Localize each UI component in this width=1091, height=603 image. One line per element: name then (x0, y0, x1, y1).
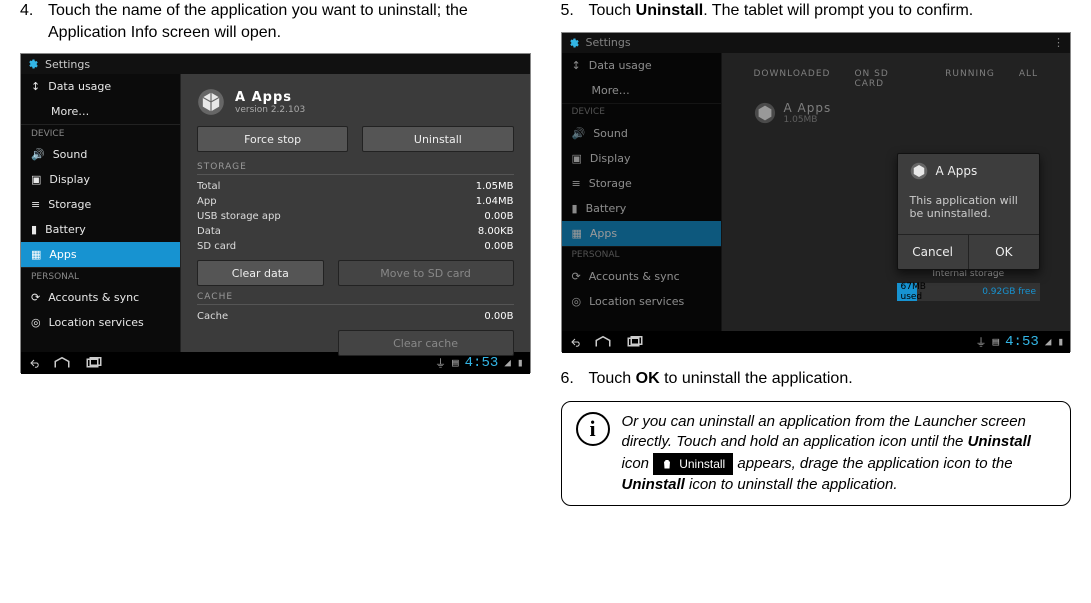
sidebar-item-more[interactable]: More… (21, 99, 180, 124)
sidebar-item-data-usage: ↕Data usage (562, 53, 721, 78)
recents-icon[interactable] (626, 335, 644, 349)
app-icon (197, 88, 225, 116)
back-icon[interactable] (27, 357, 39, 369)
sidebar-header-personal: PERSONAL (21, 267, 180, 285)
sidebar-header-device: DEVICE (562, 103, 721, 121)
settings-icon (27, 58, 39, 70)
window-title: Settings (45, 58, 90, 71)
screenshot-uninstall-dialog: Settings ⋮ ↕Data usage More… DEVICE 🔊Sou… (561, 32, 1072, 352)
screenshot-app-info: Settings ↕Data usage More… DEVICE 🔊Sound… (20, 53, 531, 373)
settings-sidebar: ↕Data usage More… DEVICE 🔊Sound ▣Display… (21, 74, 181, 352)
window-title: Settings (586, 36, 631, 49)
app-name: A Apps (235, 90, 305, 105)
dialog-message: This application will be uninstalled. (898, 188, 1040, 235)
sidebar-item-storage: ≡Storage (562, 171, 721, 196)
app-info-panel: A Apps version 2.2.103 Force stop Uninst… (181, 74, 530, 352)
app-icon (910, 162, 928, 180)
home-icon[interactable] (53, 356, 71, 370)
storage-free: 0.92GB free (982, 287, 1040, 297)
info-box: i Or you can uninstall an application fr… (561, 401, 1072, 506)
settings-icon (568, 37, 580, 49)
recents-icon[interactable] (85, 356, 103, 370)
storage-row: App1.04MB (197, 194, 514, 209)
settings-sidebar: ↕Data usage More… DEVICE 🔊Sound ▣Display… (562, 53, 722, 331)
sidebar-item-data-usage[interactable]: ↕Data usage (21, 74, 180, 99)
dialog-title: A Apps (936, 164, 978, 178)
menu-icon[interactable]: ⋮ (1053, 36, 1064, 49)
tab-running: RUNNING (945, 69, 995, 89)
battery-icon: ▮ (517, 356, 524, 370)
clear-data-button[interactable]: Clear data (197, 260, 324, 286)
wifi-icon: ◢ (504, 356, 511, 370)
sidebar-item-display[interactable]: ▣Display (21, 167, 180, 192)
ok-button[interactable]: OK (969, 235, 1039, 269)
wifi-icon: ◢ (1045, 335, 1052, 349)
sidebar-header-personal: PERSONAL (562, 246, 721, 264)
usb-icon: ⏚ (435, 355, 446, 371)
storage-used: 67MB used (897, 283, 917, 301)
sidebar-item-battery: ▮Battery (562, 196, 721, 221)
uninstall-chip: Uninstall (653, 453, 733, 475)
storage-bar: Internal storage 67MB used 0.92GB free (897, 283, 1041, 301)
app-row-size: 1.05MB (784, 115, 832, 125)
storage-row: Data8.00KB (197, 224, 514, 239)
section-cache: CACHE (197, 292, 514, 305)
storage-row: USB storage app0.00B (197, 209, 514, 224)
trash-icon (661, 458, 673, 470)
sidebar-item-location: ◎Location services (562, 289, 721, 314)
move-sd-button: Move to SD card (338, 260, 514, 286)
home-icon[interactable] (594, 335, 612, 349)
sidebar-item-display: ▣Display (562, 146, 721, 171)
usb-icon: ⏚ (976, 334, 987, 350)
sidebar-item-sound: 🔊Sound (562, 121, 721, 146)
uninstall-button[interactable]: Uninstall (362, 126, 513, 152)
step-number: 5. (561, 0, 589, 22)
info-icon: i (576, 412, 610, 446)
step-text: Touch Uninstall. The tablet will prompt … (589, 0, 1072, 22)
battery-icon: ▮ (1057, 335, 1064, 349)
force-stop-button[interactable]: Force stop (197, 126, 348, 152)
storage-label: Internal storage (932, 269, 1004, 279)
back-icon[interactable] (568, 336, 580, 348)
sidebar-item-apps: ▦Apps (562, 221, 721, 246)
info-text: Or you can uninstall an application from… (622, 412, 1057, 495)
status-bar: Settings ⋮ (562, 33, 1071, 53)
clock: 4:53 (1005, 334, 1039, 350)
app-version: version 2.2.103 (235, 105, 305, 115)
storage-row: SD card0.00B (197, 239, 514, 254)
sidebar-item-location[interactable]: ◎Location services (21, 310, 180, 335)
uninstall-dialog: A Apps This application will be uninstal… (897, 153, 1041, 270)
storage-row: Total1.05MB (197, 179, 514, 194)
sidebar-item-accounts[interactable]: ⟳Accounts & sync (21, 285, 180, 310)
tab-sdcard: ON SD CARD (854, 69, 921, 89)
tab-downloaded: DOWNLOADED (754, 69, 831, 89)
sidebar-item-sound[interactable]: 🔊Sound (21, 142, 180, 167)
step-number: 6. (561, 368, 589, 390)
clear-cache-button: Clear cache (338, 330, 514, 356)
section-storage: STORAGE (197, 162, 514, 175)
sidebar-item-accounts: ⟳Accounts & sync (562, 264, 721, 289)
sidebar-item-more: More… (562, 78, 721, 103)
sd-icon: ▤ (452, 356, 459, 370)
sidebar-item-battery[interactable]: ▮Battery (21, 217, 180, 242)
clock: 4:53 (465, 355, 499, 371)
step-text: Touch the name of the application you wa… (48, 0, 531, 43)
sidebar-item-apps[interactable]: ▦Apps (21, 242, 180, 267)
app-icon (754, 102, 776, 124)
app-row-name: A Apps (784, 101, 832, 115)
step-number: 4. (20, 0, 48, 43)
sd-icon: ▤ (993, 335, 1000, 349)
tab-all: ALL (1019, 69, 1038, 89)
step-text: Touch OK to uninstall the application. (589, 368, 1072, 390)
nav-bar: ⏚ ▤ 4:53 ◢ ▮ (562, 331, 1071, 353)
apps-panel: DOWNLOADED ON SD CARD RUNNING ALL A Apps… (722, 53, 1071, 331)
sidebar-item-storage[interactable]: ≡Storage (21, 192, 180, 217)
cancel-button[interactable]: Cancel (898, 235, 969, 269)
sidebar-header-device: DEVICE (21, 124, 180, 142)
cache-row: Cache0.00B (197, 309, 514, 324)
status-bar: Settings (21, 54, 530, 74)
